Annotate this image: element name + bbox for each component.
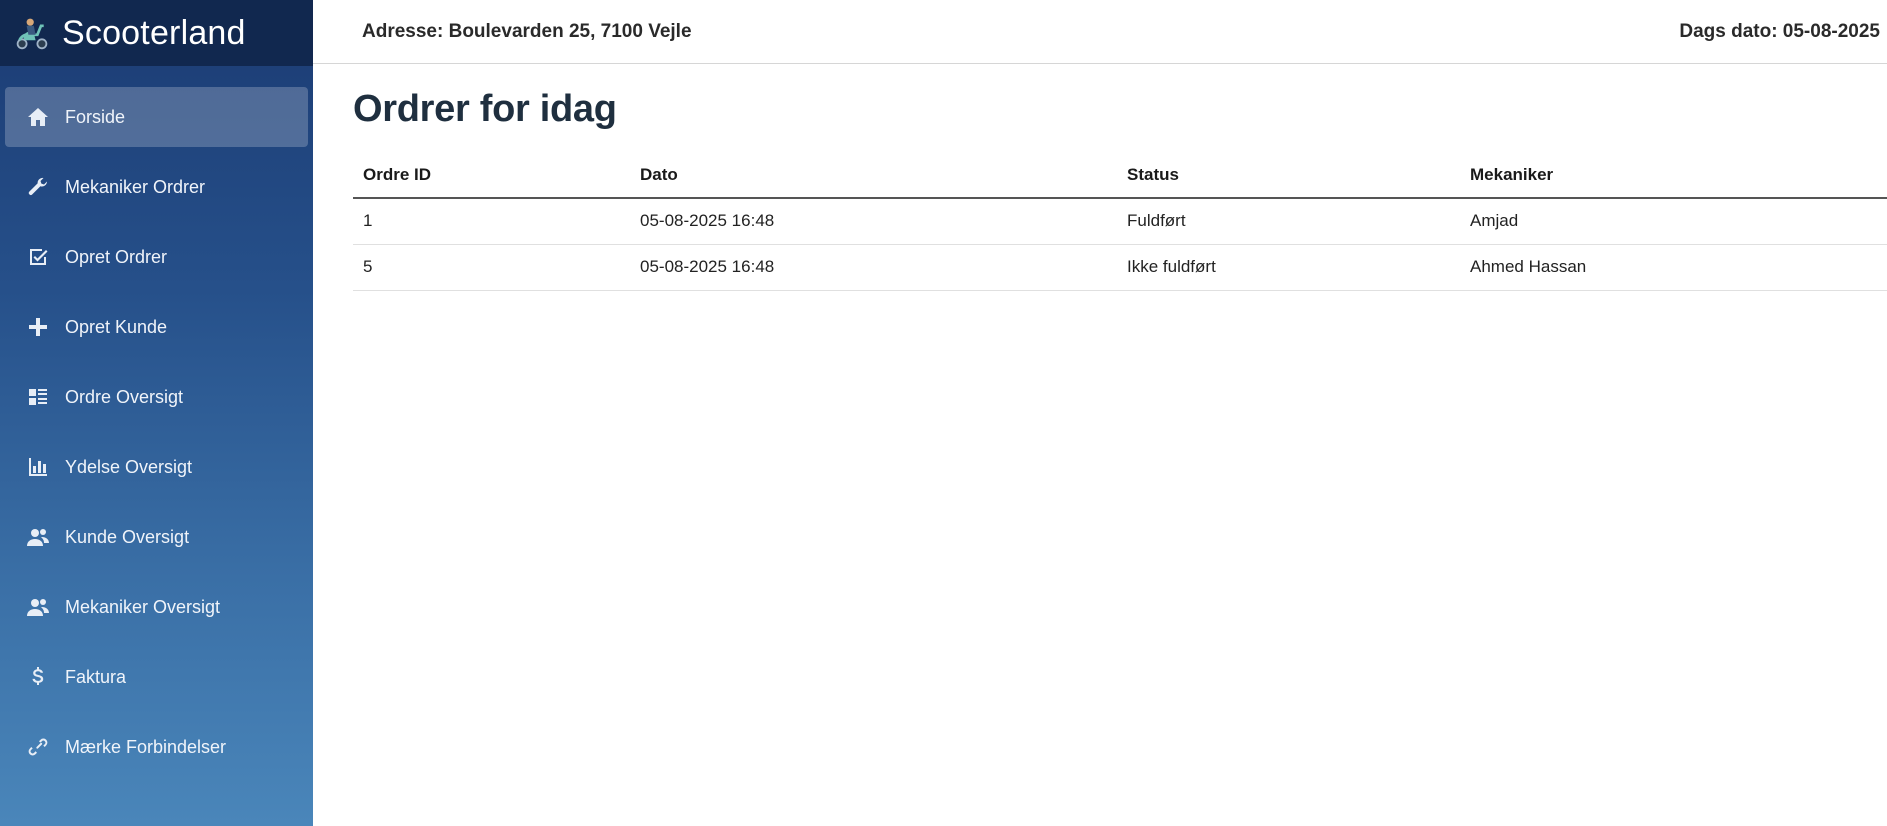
sidebar-item-label: Ydelse Oversigt	[65, 456, 193, 477]
top-bar: Adresse: Boulevarden 25, 7100 Vejle Dags…	[313, 0, 1887, 64]
sidebar-item-mekaniker-oversigt[interactable]: Mekaniker Oversigt	[5, 577, 308, 637]
address-text: Adresse: Boulevarden 25, 7100 Vejle	[362, 20, 692, 42]
sidebar-item-label: Kunde Oversigt	[65, 526, 190, 547]
users-icon	[24, 523, 52, 551]
cell-ordre-id: 1	[353, 198, 630, 245]
users-icon	[24, 593, 52, 621]
sidebar-item-label: Mærke Forbindelser	[65, 736, 227, 757]
main-content: Adresse: Boulevarden 25, 7100 Vejle Dags…	[313, 0, 1887, 826]
sidebar-item-label: Opret Kunde	[65, 316, 168, 337]
scooter-icon	[14, 13, 50, 53]
page-title: Ordrer for idag	[353, 88, 617, 130]
sidebar-item-ordre-oversigt[interactable]: Ordre Oversigt	[5, 367, 308, 427]
column-header-dato: Dato	[630, 152, 1117, 199]
date-text: Dags dato: 05-08-2025	[1679, 20, 1880, 42]
sidebar-item-label: Faktura	[65, 666, 127, 687]
sidebar-item-label: Opret Ordrer	[65, 246, 168, 267]
cell-ordre-id: 5	[353, 244, 630, 291]
sidebar-item-opret-kunde[interactable]: Opret Kunde	[5, 297, 308, 357]
sidebar-nav: Forside Mekaniker Ordrer Opret Ordrer Op…	[0, 66, 313, 777]
cell-dato: 05-08-2025 16:48	[630, 244, 1117, 291]
sidebar-item-mekaniker-ordrer[interactable]: Mekaniker Ordrer	[5, 157, 308, 217]
cell-status: Ikke fuldført	[1117, 244, 1460, 291]
sidebar-item-label: Ordre Oversigt	[65, 386, 184, 407]
orders-table: Ordre ID Dato Status Mekaniker 1 05-08-2…	[353, 152, 1887, 291]
brand-name: Scooterland	[62, 13, 246, 52]
sidebar-item-faktura[interactable]: Faktura	[5, 647, 308, 707]
sidebar-item-label: Mekaniker Ordrer	[65, 176, 206, 197]
column-header-status: Status	[1117, 152, 1460, 199]
cell-status: Fuldført	[1117, 198, 1460, 245]
link-icon	[24, 733, 52, 761]
checkbox-edit-icon	[24, 243, 52, 271]
sidebar-item-label: Mekaniker Oversigt	[65, 596, 221, 617]
wrench-icon	[24, 173, 52, 201]
table-header-row: Ordre ID Dato Status Mekaniker	[353, 152, 1887, 199]
sidebar-item-forside[interactable]: Forside	[5, 87, 308, 147]
sidebar-item-opret-ordrer[interactable]: Opret Ordrer	[5, 227, 308, 287]
column-header-ordre-id: Ordre ID	[353, 152, 630, 199]
cell-mekaniker: Ahmed Hassan	[1460, 244, 1887, 291]
plus-icon	[24, 313, 52, 341]
sidebar-item-label: Forside	[65, 106, 126, 127]
column-header-mekaniker: Mekaniker	[1460, 152, 1887, 199]
table-row[interactable]: 5 05-08-2025 16:48 Ikke fuldført Ahmed H…	[353, 244, 1887, 291]
bar-chart-icon	[24, 453, 52, 481]
dollar-icon	[24, 663, 52, 691]
brand-header[interactable]: Scooterland	[0, 0, 313, 66]
sidebar-item-ydelse-oversigt[interactable]: Ydelse Oversigt	[5, 437, 308, 497]
home-icon	[24, 103, 52, 131]
cell-mekaniker: Amjad	[1460, 198, 1887, 245]
sidebar-item-kunde-oversigt[interactable]: Kunde Oversigt	[5, 507, 308, 567]
cell-dato: 05-08-2025 16:48	[630, 198, 1117, 245]
list-view-icon	[24, 383, 52, 411]
table-row[interactable]: 1 05-08-2025 16:48 Fuldført Amjad	[353, 198, 1887, 245]
sidebar: Scooterland Forside Mekaniker Ordrer Opr…	[0, 0, 313, 826]
sidebar-item-maerke-forbindelser[interactable]: Mærke Forbindelser	[5, 717, 308, 777]
